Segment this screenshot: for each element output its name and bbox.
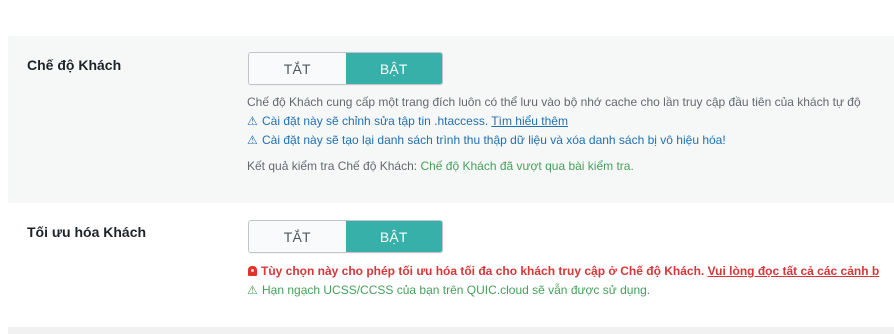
guest-mode-description-block: Chế độ Khách cung cấp một trang đích luô… <box>247 93 894 176</box>
next-row-edge <box>8 327 894 334</box>
guest-optimization-off-button[interactable]: TẮT <box>249 221 346 252</box>
htaccess-warning: ⚠ Cài đặt này sẽ chỉnh sửa tập tin .htacc… <box>247 112 894 131</box>
warning-icon: ⚠ <box>247 114 258 128</box>
learn-more-link[interactable]: Tìm hiểu thêm <box>491 114 568 128</box>
read-warnings-link[interactable]: Vui lòng đọc tất cả các cảnh b <box>708 264 880 278</box>
guest-mode-description: Chế độ Khách cung cấp một trang đích luô… <box>247 95 861 109</box>
warning-icon: ⚠ <box>247 283 258 297</box>
guest-optimization-description-block: Tùy chọn này cho phép tối ưu hóa tối đa … <box>247 262 894 300</box>
crawler-warning-text: Cài đặt này sẽ tạo lại danh sách trình t… <box>262 133 726 147</box>
guest-mode-row: Chế độ Khách TẮT BẬT Chế độ Khách cung c… <box>8 36 894 203</box>
test-result-label: Kết quả kiểm tra Chế độ Khách: <box>247 159 418 173</box>
guest-optimization-row: Tối ưu hóa Khách TẮT BẬT Tùy chọn này ch… <box>8 209 894 327</box>
guest-optimization-danger: Tùy chọn này cho phép tối ưu hóa tối đa … <box>247 262 894 281</box>
crawler-warning: ⚠ Cài đặt này sẽ tạo lại danh sách trình … <box>247 131 894 150</box>
danger-text: Tùy chọn này cho phép tối ưu hóa tối đa … <box>261 264 705 278</box>
warning-icon: ⚠ <box>247 133 258 147</box>
guest-mode-off-button[interactable]: TẮT <box>249 53 346 84</box>
guest-optimization-on-button[interactable]: BẬT <box>345 221 442 252</box>
guest-optimization-label: Tối ưu hóa Khách <box>27 224 147 240</box>
test-result-value: Chế độ Khách đã vượt qua bài kiểm tra. <box>420 159 634 173</box>
guest-mode-label: Chế độ Khách <box>27 57 122 73</box>
quota-note-text: Hạn ngạch UCSS/CCSS của bạn trên QUIC.cl… <box>262 283 651 297</box>
siren-icon <box>248 266 257 276</box>
quota-note: ⚠ Hạn ngạch UCSS/CCSS của bạn trên QUIC.c… <box>247 281 894 300</box>
htaccess-warning-text: Cài đặt này sẽ chỉnh sửa tập tin .htacce… <box>262 114 489 128</box>
guest-mode-test-result: Kết quả kiểm tra Chế độ Khách: Chế độ Kh… <box>247 157 894 176</box>
guest-optimization-toggle[interactable]: TẮT BẬT <box>248 220 443 253</box>
guest-mode-on-button[interactable]: BẬT <box>345 53 442 84</box>
guest-mode-toggle[interactable]: TẮT BẬT <box>248 52 443 85</box>
